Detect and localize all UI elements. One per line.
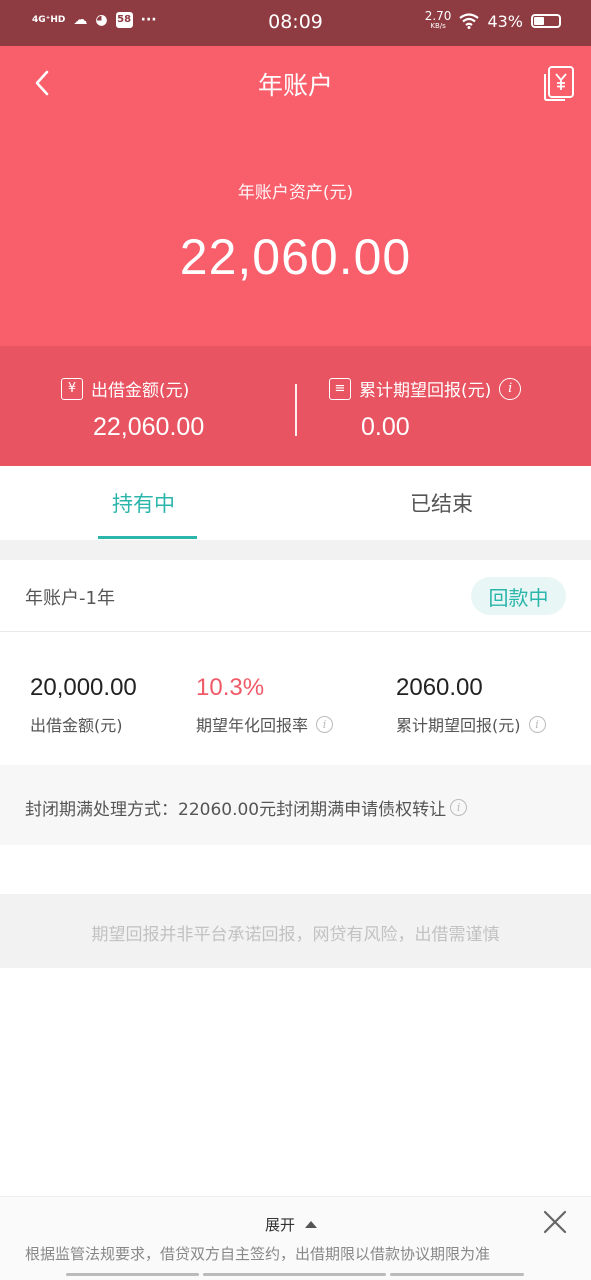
risk-disclaimer: 期望回报并非平台承诺回报，网贷有风险，出借需谨慎: [0, 894, 591, 968]
metric-value: 10.3%: [196, 674, 265, 701]
expand-label: 展开: [265, 1216, 296, 1234]
tab-bar: 持有中 已结束: [0, 466, 591, 540]
battery-percent: 43%: [487, 11, 523, 31]
home-indicator: [203, 1273, 386, 1276]
info-icon[interactable]: i: [528, 715, 546, 733]
expected-return-value: 0.00: [361, 413, 410, 441]
asset-value: 22,060.00: [179, 229, 412, 285]
network-speed-unit: KB/s: [430, 22, 446, 30]
active-tab-indicator: [98, 536, 197, 539]
metric-label: 出借金额(元): [30, 716, 123, 735]
tab-holding[interactable]: 持有中: [112, 488, 175, 518]
metric-lent-amount: 20,000.00 出借金额(元): [30, 674, 137, 736]
risk-disclaimer-text: 期望回报并非平台承诺回报，网贷有风险，出借需谨慎: [91, 925, 500, 945]
close-button[interactable]: [540, 1207, 570, 1237]
status-icons-right: 2.70 KB/s 43%: [424, 9, 561, 31]
status-bar: 4G⁺HD ☁ ◕ 58 ··· 08:09 2.70 KB/s 43%: [0, 0, 591, 46]
metric-label: 累计期望回报(元): [396, 716, 521, 735]
home-indicator: [66, 1273, 199, 1276]
info-icon[interactable]: i: [450, 799, 468, 816]
triangle-up-icon: [305, 1221, 318, 1228]
metric-label: 期望年化回报率: [196, 716, 309, 735]
closing-method-text: 封闭期满处理方式：22060.00元封闭期满申请债权转让: [25, 800, 447, 820]
expected-return-label: 累计期望回报(元): [359, 381, 492, 401]
metric-value: 20,000.00: [30, 674, 137, 701]
page-title: 年账户: [257, 71, 333, 100]
summary-strip: ¥ 出借金额(元) 22,060.00 ≡ 累计期望回报(元) i 0.00: [0, 346, 591, 466]
metric-expected-return: 2060.00 累计期望回报(元) i: [396, 674, 546, 736]
close-icon: [543, 1210, 567, 1234]
wifi-icon: [459, 13, 480, 29]
info-icon[interactable]: i: [499, 377, 522, 400]
battery-icon: [531, 14, 561, 28]
bill-button[interactable]: [539, 64, 577, 102]
expected-return-summary: ≡ 累计期望回报(元) i 0.00: [329, 376, 522, 442]
info-icon[interactable]: i: [316, 715, 334, 733]
closing-method: 封闭期满处理方式：22060.00元封闭期满申请债权转让 i: [0, 765, 591, 845]
yuan-bill-icon: [544, 66, 574, 101]
home-indicator: [390, 1273, 524, 1276]
product-title: 年账户-1年: [25, 588, 115, 609]
yuan-icon: ¥: [61, 377, 83, 400]
lent-amount-value: 22,060.00: [93, 413, 205, 441]
metric-value: 2060.00: [396, 674, 483, 701]
tab-ended[interactable]: 已结束: [410, 488, 473, 518]
lent-amount-label: 出借金额(元): [91, 381, 190, 401]
account-header: 年账户 年账户资产(元) 22,060.00: [0, 46, 591, 346]
network-speed: 2.70 KB/s: [424, 9, 452, 31]
list-icon: ≡: [329, 377, 351, 400]
regulatory-notice-text: 根据监管法规要求，借贷双方自主签约，出借期限以借款协议期限为准: [25, 1245, 491, 1263]
network-speed-value: 2.70: [424, 9, 452, 23]
lent-amount-summary: ¥ 出借金额(元) 22,060.00: [61, 376, 204, 442]
asset-label: 年账户资产(元): [237, 183, 354, 203]
metric-annual-rate: 10.3% 期望年化回报率 i: [196, 674, 334, 736]
section-gap: [0, 540, 591, 560]
card-divider: [0, 631, 591, 632]
section-gap: [0, 864, 591, 894]
expand-button[interactable]: 展开: [265, 1214, 318, 1235]
summary-divider: [295, 384, 297, 436]
status-badge: 回款中: [471, 577, 566, 615]
holding-card[interactable]: 年账户-1年 回款中 20,000.00 出借金额(元) 10.3% 期望年化回…: [0, 560, 591, 864]
regulatory-notice-bar: 展开 根据监管法规要求，借贷双方自主签约，出借期限以借款协议期限为准: [0, 1196, 591, 1280]
